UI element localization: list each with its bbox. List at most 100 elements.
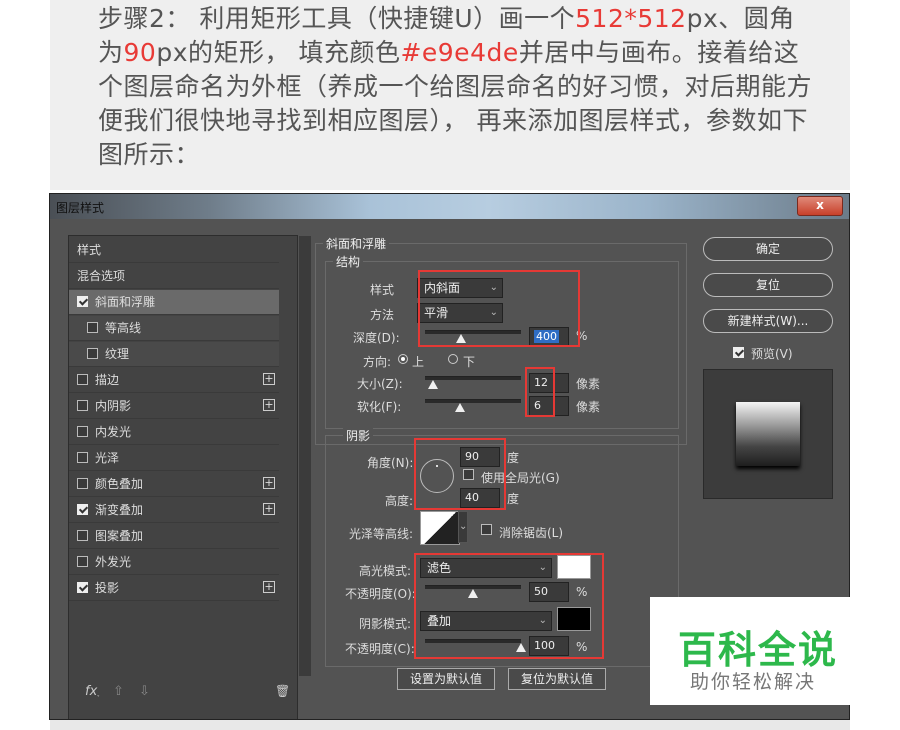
list-item-label: 渐变叠加 xyxy=(95,503,144,517)
method-label: 方法 xyxy=(370,308,395,322)
direction-down-label: 下 xyxy=(463,355,476,369)
altitude-label: 高度: xyxy=(385,494,414,508)
list-item-outer-glow[interactable]: 外发光 xyxy=(69,550,279,575)
list-item-label: 混合选项 xyxy=(77,269,126,283)
list-item-label: 等高线 xyxy=(105,321,142,335)
make-default-button[interactable]: 设置为默认值 xyxy=(397,668,495,690)
article-text-2: px、 xyxy=(686,4,744,33)
size-slider-thumb[interactable] xyxy=(428,380,438,389)
preview-label: 预览(V) xyxy=(751,347,793,361)
preview-checkbox[interactable] xyxy=(733,347,744,358)
fx-dropdown-icon: ˯ xyxy=(97,688,101,698)
annotation-box-size xyxy=(525,367,555,417)
checkbox-icon[interactable] xyxy=(87,348,98,359)
soften-slider-track[interactable] xyxy=(425,399,521,403)
soften-unit: 像素 xyxy=(576,400,601,414)
highlight-radius: 90 xyxy=(123,38,157,67)
list-item-drop-shadow[interactable]: 投影 + xyxy=(69,576,279,601)
list-item-bevel[interactable]: 斜面和浮雕 xyxy=(69,290,279,315)
list-item-inner-shadow[interactable]: 内阴影 + xyxy=(69,394,279,419)
checkbox-icon[interactable] xyxy=(87,322,98,333)
add-plus-icon[interactable]: + xyxy=(263,581,275,593)
checkbox-icon[interactable] xyxy=(77,426,88,437)
checkbox-icon[interactable] xyxy=(77,478,88,489)
list-item-label: 光泽 xyxy=(95,451,120,465)
list-item-label: 描边 xyxy=(95,373,120,387)
list-item-inner-glow[interactable]: 内发光 xyxy=(69,420,279,445)
anti-alias-checkbox[interactable] xyxy=(481,524,492,535)
article-paragraph: 步骤2： 利用矩形工具（快捷键U）画一个512*512px、圆角为90px的矩形… xyxy=(98,2,818,172)
shading-title: 阴影 xyxy=(343,427,374,444)
list-item-blending[interactable]: 混合选项 xyxy=(69,264,279,289)
checkbox-icon[interactable] xyxy=(77,374,88,385)
direction-label: 方向: xyxy=(363,355,392,369)
annotation-box-modes xyxy=(414,553,604,659)
list-item-label: 图案叠加 xyxy=(95,529,144,543)
anti-alias-label: 消除锯齿(L) xyxy=(499,526,564,540)
add-plus-icon[interactable]: + xyxy=(263,399,275,411)
size-label: 大小(Z): xyxy=(357,377,403,391)
list-item-stroke[interactable]: 描边 + xyxy=(69,368,279,393)
add-plus-icon[interactable]: + xyxy=(263,477,275,489)
size-slider-track[interactable] xyxy=(425,376,521,380)
add-plus-icon[interactable]: + xyxy=(263,373,275,385)
highlight-size: 512*512 xyxy=(575,4,687,33)
depth-label: 深度(D): xyxy=(353,331,400,345)
fx-icon[interactable]: fx˯ xyxy=(85,684,100,699)
list-item-pattern-overlay[interactable]: 图案叠加 xyxy=(69,524,279,549)
list-bottom-bar: fx˯ ⇧ ⇩ 🗑 xyxy=(79,684,294,706)
direction-down-radio[interactable] xyxy=(448,354,458,364)
highlight-opacity-label: 不透明度(O): xyxy=(345,587,416,601)
list-item-label: 外发光 xyxy=(95,555,132,569)
window-title: 图层样式 xyxy=(56,201,105,215)
list-item-gradient-overlay[interactable]: 渐变叠加 + xyxy=(69,498,279,523)
checkbox-checked-icon[interactable] xyxy=(77,504,88,515)
close-button[interactable]: x xyxy=(797,196,843,216)
list-item-contour[interactable]: 等高线 xyxy=(69,316,279,341)
direction-up-radio[interactable] xyxy=(398,354,408,364)
gloss-contour-picker[interactable] xyxy=(420,511,460,545)
list-item-label: 内阴影 xyxy=(95,399,132,413)
checkbox-icon[interactable] xyxy=(77,530,88,541)
title-bar[interactable]: 图层样式 x xyxy=(50,194,849,219)
new-style-button[interactable]: 新建样式(W)... xyxy=(703,309,833,333)
bevel-title: 斜面和浮雕 xyxy=(323,235,390,252)
chevron-down-icon[interactable]: ⌄ xyxy=(458,511,468,543)
style-label: 样式 xyxy=(370,283,395,297)
list-item-texture[interactable]: 纹理 xyxy=(69,342,279,367)
angle-label: 角度(N): xyxy=(367,456,414,470)
trash-icon[interactable]: 🗑 xyxy=(275,684,290,698)
move-down-icon[interactable]: ⇩ xyxy=(139,684,150,699)
list-item-label: 颜色叠加 xyxy=(95,477,144,491)
annotation-box-structure xyxy=(418,270,580,347)
watermark-logo: 百科全说 助你轻松解决 xyxy=(650,597,850,705)
ok-button[interactable]: 确定 xyxy=(703,237,833,261)
checkbox-icon[interactable] xyxy=(77,400,88,411)
style-preview xyxy=(703,369,833,499)
article-text-1: 步骤2： 利用矩形工具（快捷键U）画一个 xyxy=(98,4,576,33)
add-plus-icon[interactable]: + xyxy=(263,503,275,515)
checkbox-icon[interactable] xyxy=(77,452,88,463)
reset-button[interactable]: 复位 xyxy=(703,273,833,297)
list-item-styles[interactable]: 样式 xyxy=(69,238,279,263)
move-up-icon[interactable]: ⇧ xyxy=(113,684,124,699)
page-bottom-strip xyxy=(50,720,850,730)
direction-up-label: 上 xyxy=(412,355,425,369)
preview-square xyxy=(736,402,800,466)
reset-default-button[interactable]: 复位为默认值 xyxy=(508,668,606,690)
altitude-unit: 度 xyxy=(507,492,520,506)
highlight-color: #e9e4de xyxy=(400,38,519,67)
list-item-label: 斜面和浮雕 xyxy=(95,295,156,309)
list-item-label: 样式 xyxy=(77,243,102,257)
soften-slider-thumb[interactable] xyxy=(455,403,465,412)
checkbox-icon[interactable] xyxy=(77,556,88,567)
list-item-satin[interactable]: 光泽 xyxy=(69,446,279,471)
style-list-panel: 样式 混合选项 斜面和浮雕 等高线 纹理 描边 + 内阴影 + 内发光 光泽 颜色叠… xyxy=(68,235,311,719)
checkbox-checked-icon[interactable] xyxy=(77,582,88,593)
list-item-color-overlay[interactable]: 颜色叠加 + xyxy=(69,472,279,497)
size-unit: 像素 xyxy=(576,377,601,391)
highlight-mode-label: 高光模式: xyxy=(359,564,412,578)
checkbox-checked-icon[interactable] xyxy=(77,296,88,307)
watermark-subtitle: 助你轻松解决 xyxy=(690,671,817,693)
list-scrollbar[interactable] xyxy=(299,236,311,676)
